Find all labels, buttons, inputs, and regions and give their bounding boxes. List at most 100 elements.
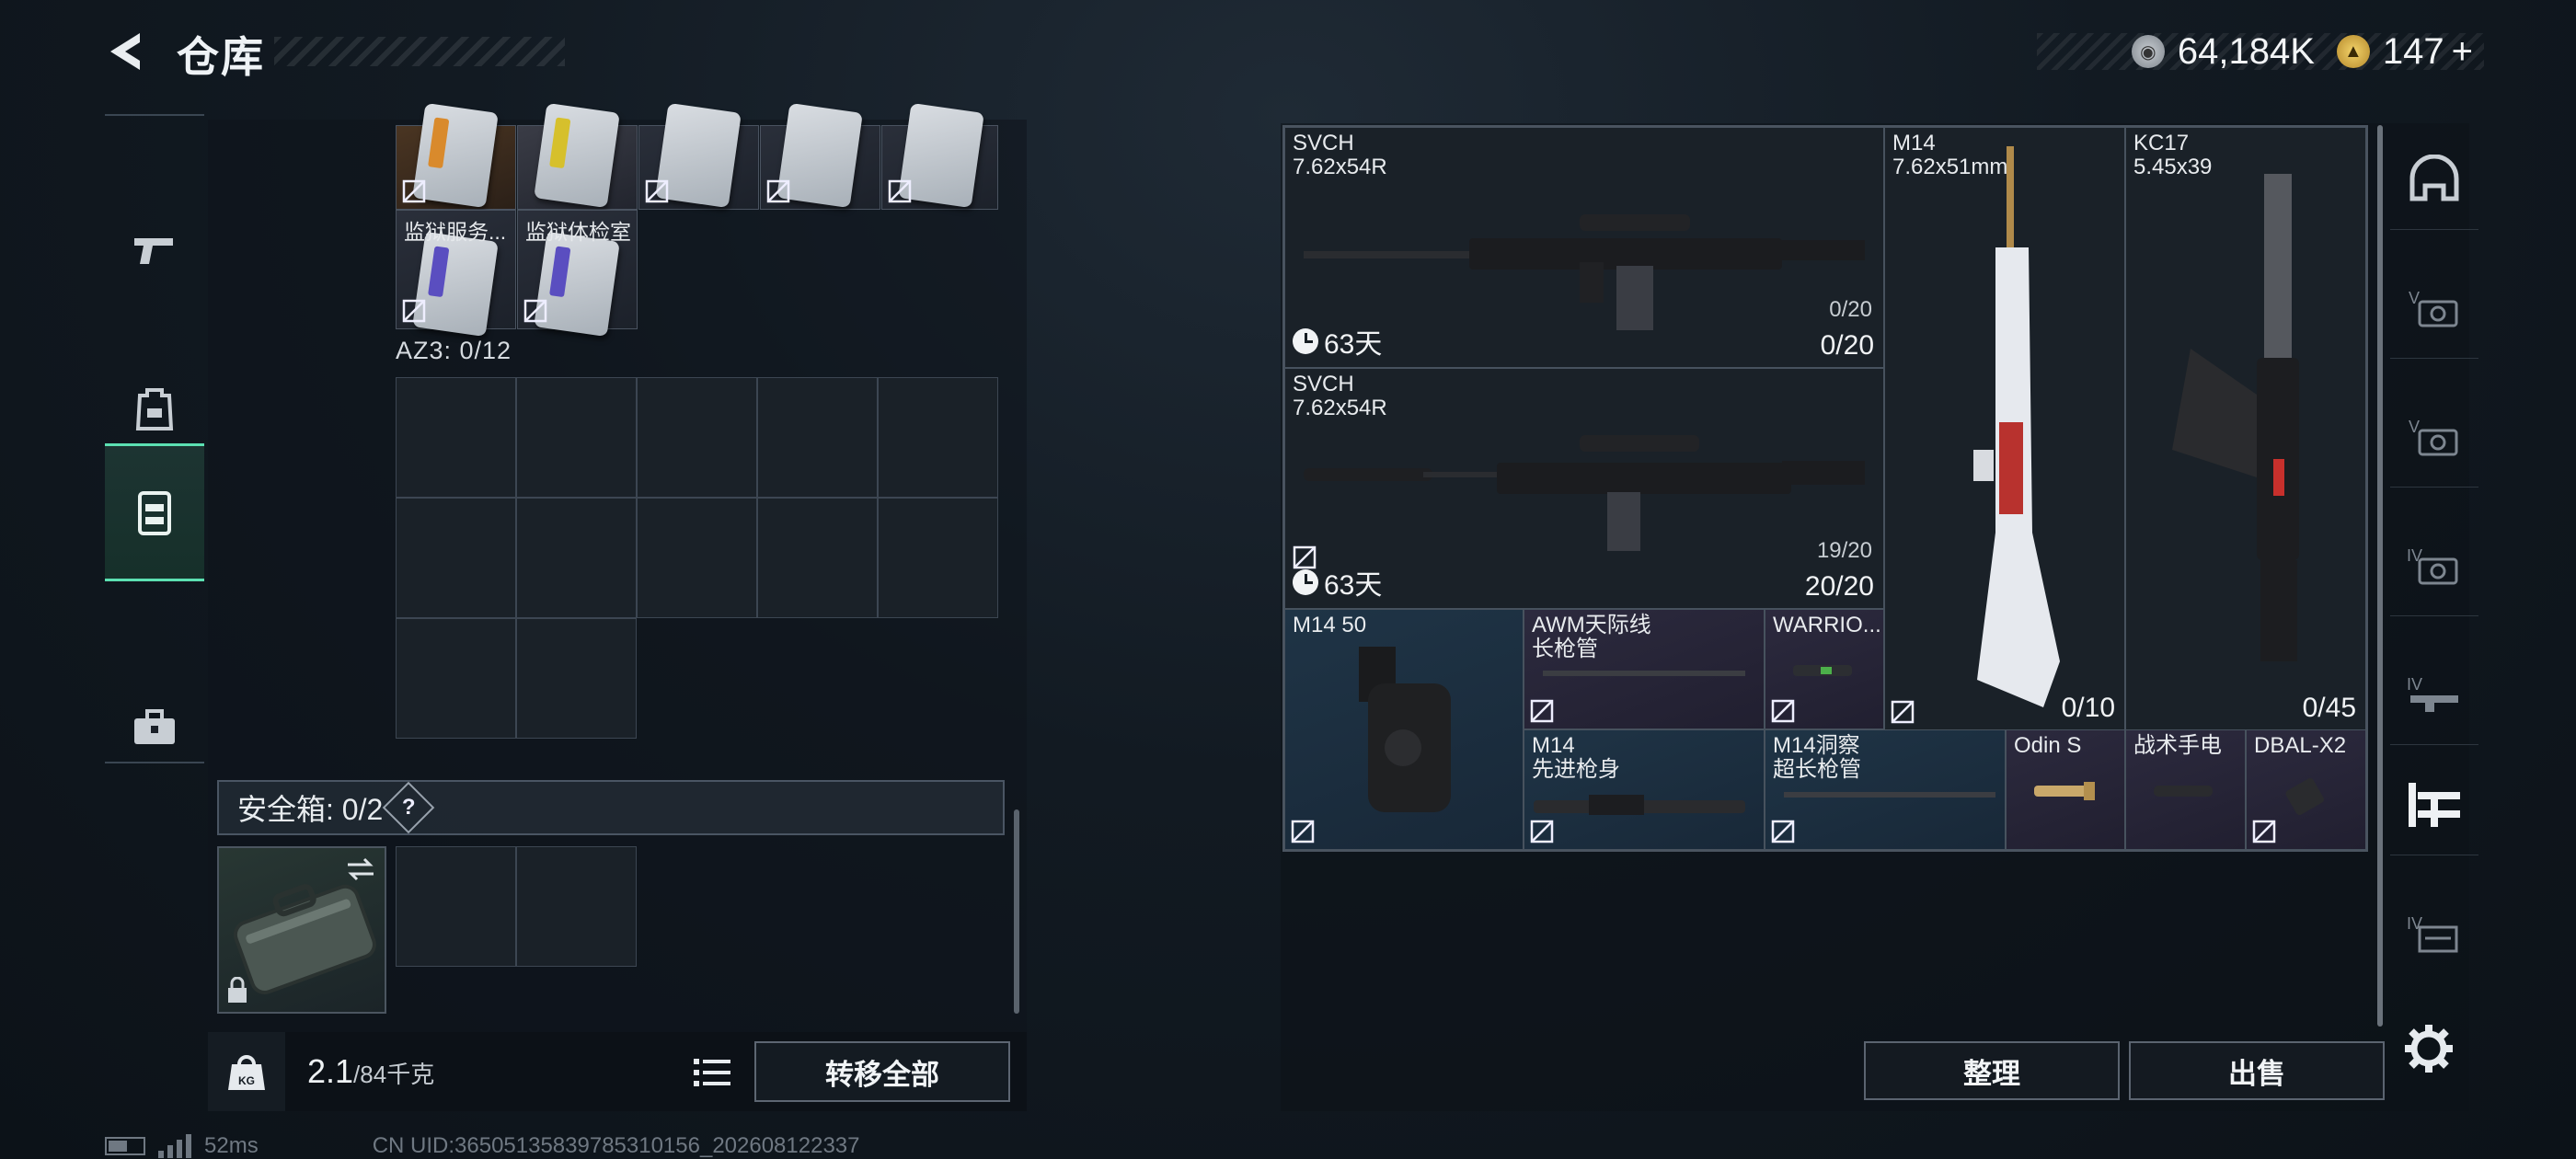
barrel-image: [1543, 671, 1745, 676]
category-armor-v[interactable]: V: [2390, 258, 2478, 359]
category-helmet[interactable]: [2390, 129, 2478, 230]
rental-time-value: 63天: [1324, 570, 1383, 601]
case-tier-iv-icon: IV: [2407, 914, 2458, 953]
stash-item-svch-1[interactable]: SVCH 7.62x54R 0/20 63天 0/20: [1284, 127, 1884, 368]
stash-item-warrior[interactable]: WARRIO...: [1765, 609, 1884, 729]
item-ammo: 0/45: [2302, 693, 2356, 723]
stash-item-svch-2[interactable]: SVCH 7.62x54R 19/20 63天 20/20: [1284, 368, 1884, 609]
armor-tier-v-icon: V: [2409, 418, 2458, 455]
flashlight-image: [2034, 782, 2095, 800]
keycard-item[interactable]: [396, 102, 516, 210]
empty-slot[interactable]: [396, 377, 516, 498]
chest-rig-icon: [138, 491, 171, 535]
safe-box-header: 安全箱: 0/2 ?: [217, 780, 1005, 835]
page-title: 仓库: [177, 33, 265, 81]
rental-time-value: 63天: [1324, 329, 1383, 360]
clock-icon: [1293, 328, 1318, 354]
item-ammo-loaded: 0/20: [1829, 297, 1872, 322]
pistol-icon: [134, 238, 173, 264]
currency-secondary-value: 147: [2382, 30, 2444, 72]
item-ammo: 0/20: [1820, 330, 1874, 361]
keycard-item[interactable]: 监狱体检室: [517, 210, 638, 338]
no-trade-icon: [1291, 820, 1315, 843]
list-icon: [694, 1059, 730, 1086]
empty-slot[interactable]: [878, 377, 998, 498]
stash-item-m14-50[interactable]: M14 50: [1284, 609, 1524, 850]
inventory-scrollbar[interactable]: [1014, 809, 1019, 1014]
no-trade-icon: [766, 179, 790, 203]
category-case-iv[interactable]: IV: [2390, 883, 2478, 984]
item-label: 监狱服务...: [404, 220, 507, 244]
category-armor-v-2[interactable]: V: [2390, 386, 2478, 488]
empty-slot[interactable]: [637, 498, 757, 618]
laser-module-image: [2285, 777, 2325, 816]
stash-item-m14[interactable]: M14 7.62x51mm 0/10: [1884, 127, 2125, 730]
keycard-item[interactable]: [517, 102, 638, 210]
side-nav: [105, 114, 204, 763]
stash-item-awm-barrel[interactable]: AWM天际线 长枪管: [1524, 609, 1765, 729]
settings-button[interactable]: [2401, 1021, 2456, 1076]
keycard-image: [534, 102, 620, 209]
item-name: AWM天际线: [1532, 613, 1651, 637]
keycard-item[interactable]: [881, 102, 998, 210]
empty-slot[interactable]: [878, 498, 998, 618]
category-armor-iv[interactable]: IV: [2390, 515, 2478, 616]
back-arrow-icon[interactable]: [103, 28, 151, 75]
item-ammo: 20/20: [1804, 571, 1874, 602]
list-view-button[interactable]: [686, 1047, 738, 1098]
item-name: M14: [1892, 131, 1936, 155]
empty-slot[interactable]: [637, 377, 757, 498]
weight-max: /84千克: [353, 1061, 435, 1088]
no-trade-icon: [1891, 700, 1915, 724]
swap-icon[interactable]: [344, 855, 377, 883]
empty-slot[interactable]: [516, 377, 637, 498]
keycard-item[interactable]: [760, 102, 880, 210]
stash-item-tactical-light[interactable]: 战术手电: [2125, 729, 2246, 850]
empty-slot[interactable]: [516, 498, 637, 618]
rifle-image: [1973, 146, 2060, 707]
stash-item-m14-body[interactable]: M14 先进枪身: [1524, 729, 1765, 850]
currency-bar: ◉ 64,184K ▲ 147 +: [2037, 30, 2484, 73]
transfer-all-button[interactable]: 转移全部: [754, 1041, 1010, 1102]
stash-scrollbar[interactable]: [2377, 125, 2383, 1027]
safe-box-slot[interactable]: [516, 846, 637, 967]
empty-slot[interactable]: [396, 498, 516, 618]
stash-item-odin-s[interactable]: Odin S: [2006, 729, 2125, 850]
no-trade-icon: [888, 179, 912, 203]
svg-text:KG: KG: [238, 1074, 255, 1087]
empty-slot[interactable]: [396, 618, 516, 739]
warehouse-screen: 仓库 ◉ 64,184K ▲ 147 + 监狱服务... 监狱体检室 AZ3: …: [0, 0, 2576, 1159]
nav-containers[interactable]: [105, 443, 204, 581]
stash-item-m14-barrel[interactable]: M14洞察 超长枪管: [1765, 729, 2006, 850]
lock-icon: [228, 977, 247, 1003]
flashlight-image: [2154, 786, 2213, 797]
weight-readout: 2.1/84千克: [307, 1052, 434, 1091]
category-weapons-active[interactable]: [2390, 754, 2478, 855]
item-ammo: 0/10: [2061, 693, 2115, 723]
add-currency-button[interactable]: +: [2452, 31, 2473, 73]
muzzle-image: [1793, 665, 1852, 676]
stash-item-kc17[interactable]: KC17 5.45x39 0/45: [2125, 127, 2366, 730]
help-button[interactable]: ?: [382, 781, 435, 834]
keycard-item[interactable]: 监狱服务...: [396, 210, 516, 338]
premium-coin-icon: ▲: [2336, 35, 2370, 68]
item-name: SVCH: [1293, 372, 1354, 396]
empty-slot[interactable]: [516, 618, 637, 739]
empty-slot[interactable]: [757, 498, 878, 618]
nav-cases[interactable]: [105, 659, 204, 797]
sell-button[interactable]: 出售: [2129, 1041, 2385, 1100]
no-trade-icon: [1530, 699, 1554, 723]
category-weapon-iv[interactable]: IV: [2390, 644, 2478, 745]
keycard-item[interactable]: [638, 102, 759, 210]
safe-case-item[interactable]: [217, 846, 386, 1014]
item-name: Odin S: [2014, 733, 2082, 758]
sort-button[interactable]: 整理: [1864, 1041, 2120, 1100]
nav-weapons[interactable]: [105, 182, 204, 320]
item-name: SVCH: [1293, 131, 1354, 155]
stash-item-dbal-x2[interactable]: DBAL-X2: [2246, 729, 2366, 850]
item-name: KC17: [2133, 131, 2190, 155]
safe-box-slot[interactable]: [396, 846, 516, 967]
empty-slot[interactable]: [757, 377, 878, 498]
rifle-image: [2172, 174, 2299, 661]
helmet-icon: [2409, 154, 2459, 201]
